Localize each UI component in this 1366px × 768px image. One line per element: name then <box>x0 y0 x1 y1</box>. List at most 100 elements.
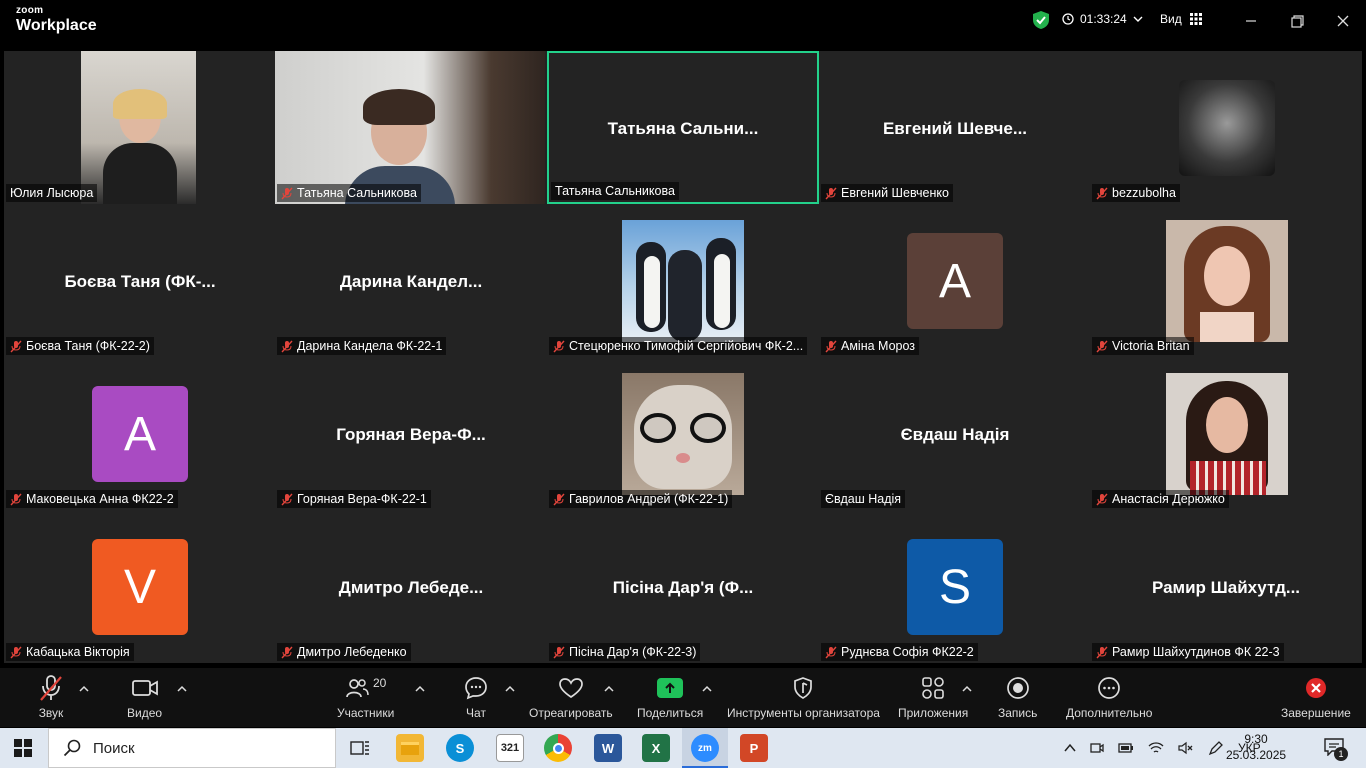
video-button[interactable]: Видео <box>127 674 162 720</box>
chrome-icon <box>552 742 564 754</box>
participant-avatar-photo <box>1179 80 1275 176</box>
participant-display-name: Дарина Кандел... <box>339 272 483 291</box>
file-explorer-app[interactable] <box>396 734 424 762</box>
apps-options-chevron-up-icon[interactable] <box>962 684 972 694</box>
share-options-chevron-up-icon[interactable] <box>702 684 712 694</box>
record-icon <box>1006 677 1029 699</box>
participant-tile[interactable]: Стецюренко Тимофій Сергійович ФК-2... <box>547 204 819 357</box>
taskbar-search-box[interactable]: Поиск <box>48 728 336 768</box>
minimize-button[interactable] <box>1236 8 1266 34</box>
participant-tile-active-speaker[interactable]: Татьяна Сальни... Татьяна Сальникова <box>547 51 819 204</box>
share-screen-icon <box>657 678 684 698</box>
clock-time: 9:30 <box>1244 732 1268 746</box>
end-meeting-button[interactable]: Завершение <box>1281 674 1351 720</box>
participant-display-name: Горяная Вера-Ф... <box>336 425 486 444</box>
react-options-chevron-up-icon[interactable] <box>604 684 614 694</box>
more-button[interactable]: Дополнительно <box>1066 674 1152 720</box>
participant-tile[interactable]: Евгений Шевче... Евгений Шевченко <box>819 51 1091 204</box>
participants-icon <box>346 679 369 698</box>
share-screen-button[interactable]: Поделиться <box>637 674 703 720</box>
restore-button[interactable] <box>1282 8 1312 34</box>
apps-button[interactable]: Приложения <box>898 674 968 720</box>
muted-mic-icon <box>825 340 837 352</box>
participant-tile[interactable]: Горяная Вера-Ф... Горяная Вера-ФК-22-1 <box>275 357 547 510</box>
participant-name: Гаврилов Андрей (ФК-22-1) <box>549 490 733 508</box>
word-app[interactable]: W <box>594 734 622 762</box>
participant-tile[interactable]: Гаврилов Андрей (ФК-22-1) <box>547 357 819 510</box>
participant-tile[interactable]: Анастасія Дерюжко <box>1090 357 1362 510</box>
participant-tile[interactable]: S Руднєва Софія ФК22-2 <box>819 510 1091 663</box>
encryption-shield-icon[interactable] <box>1032 10 1050 30</box>
react-button[interactable]: Отреагировать <box>529 674 613 720</box>
participant-tile[interactable]: Євдаш Надія Євдаш Надія <box>819 357 1091 510</box>
participant-name: Маковецька Анна ФК22-2 <box>6 490 178 508</box>
chat-options-chevron-up-icon[interactable] <box>505 684 515 694</box>
powerpoint-app[interactable]: P <box>740 734 768 762</box>
muted-mic-icon <box>1096 340 1108 352</box>
chat-button[interactable]: Чат <box>464 674 488 720</box>
video-options-chevron-up-icon[interactable] <box>177 684 187 694</box>
participant-tile[interactable]: A Маковецька Анна ФК22-2 <box>4 357 276 510</box>
meet-now-icon[interactable] <box>1090 741 1104 755</box>
participant-video <box>275 51 545 204</box>
notifications-button[interactable]: 1 <box>1324 738 1348 761</box>
muted-mic-icon <box>10 646 22 658</box>
video-gallery: Юлия Лысюра Татьяна Сальникова Татьяна С… <box>4 51 1362 663</box>
muted-mic-icon <box>10 493 22 505</box>
host-tools-button[interactable]: Инструменты организатора <box>727 674 880 720</box>
timer-text: 01:33:24 <box>1080 12 1127 26</box>
taskbar-clock[interactable]: 9:30 25.03.2025 <box>1226 731 1286 763</box>
more-icon <box>1098 677 1121 699</box>
muted-mic-icon <box>553 646 565 658</box>
participant-avatar-photo <box>1166 220 1288 342</box>
participant-tile[interactable]: A Аміна Мороз <box>819 204 1091 357</box>
close-window-button[interactable] <box>1328 8 1358 34</box>
participant-tile[interactable]: Юлия Лысюра <box>4 51 276 204</box>
speaker-muted-icon[interactable] <box>1178 741 1194 755</box>
excel-app[interactable]: X <box>642 734 670 762</box>
participants-button[interactable]: 20 Участники <box>337 674 394 720</box>
meeting-timer[interactable]: 01:33:24 <box>1062 12 1143 26</box>
view-button[interactable]: Вид <box>1160 12 1202 26</box>
muted-mic-icon <box>1096 493 1108 505</box>
skype-app[interactable]: S <box>446 734 474 762</box>
participant-name: Дмитро Лебеденко <box>277 643 411 661</box>
participant-tile[interactable]: Татьяна Сальникова <box>275 51 547 204</box>
participants-options-chevron-up-icon[interactable] <box>415 684 425 694</box>
zoom-app-active[interactable]: zm <box>682 728 728 768</box>
participant-tile[interactable]: Рамир Шайхутд... Рамир Шайхутдинов ФК 22… <box>1090 510 1362 663</box>
participant-avatar-photo <box>1166 373 1288 495</box>
task-view-button[interactable] <box>350 738 370 763</box>
apps-icon <box>922 677 944 699</box>
participant-name: Боєва Таня (ФК-22-2) <box>6 337 154 355</box>
windows-start-button[interactable] <box>14 739 32 762</box>
zoom-logo: zoom Workplace <box>16 6 97 34</box>
participant-tile[interactable]: V Кабацька Вікторія <box>4 510 276 663</box>
windows-logo-icon <box>14 739 32 757</box>
audio-button[interactable]: Звук <box>38 674 64 720</box>
participant-name: Татьяна Сальникова <box>551 182 679 200</box>
participant-tile[interactable]: Victoria Britan <box>1090 204 1362 357</box>
participant-avatar: A <box>92 386 188 482</box>
participant-tile[interactable]: Пісіна Дар'я (Ф... Пісіна Дар'я (ФК-22-3… <box>547 510 819 663</box>
muted-mic-icon <box>10 340 22 352</box>
pen-icon[interactable] <box>1208 740 1224 756</box>
restore-icon <box>1290 14 1304 28</box>
skype-icon: S <box>455 740 465 756</box>
wifi-icon[interactable] <box>1148 741 1164 755</box>
chevron-up-icon[interactable] <box>1064 743 1076 753</box>
word-icon: W <box>601 740 615 756</box>
record-button[interactable]: Запись <box>998 674 1037 720</box>
participant-tile[interactable]: Боєва Таня (ФК-... Боєва Таня (ФК-22-2) <box>4 204 276 357</box>
battery-icon[interactable] <box>1118 742 1134 754</box>
close-icon <box>1337 15 1349 27</box>
participant-tile[interactable]: Дмитро Лебеде... Дмитро Лебеденко <box>275 510 547 663</box>
audio-options-chevron-up-icon[interactable] <box>79 684 89 694</box>
powerpoint-icon: P <box>749 740 759 756</box>
chat-icon <box>465 677 487 700</box>
calendar-app[interactable]: 321 <box>496 734 524 762</box>
chrome-app[interactable] <box>544 734 572 762</box>
participant-tile[interactable]: bezzubolha <box>1090 51 1362 204</box>
participant-tile[interactable]: Дарина Кандел... Дарина Кандела ФК-22-1 <box>275 204 547 357</box>
participant-display-name: Боєва Таня (ФК-... <box>64 272 216 291</box>
